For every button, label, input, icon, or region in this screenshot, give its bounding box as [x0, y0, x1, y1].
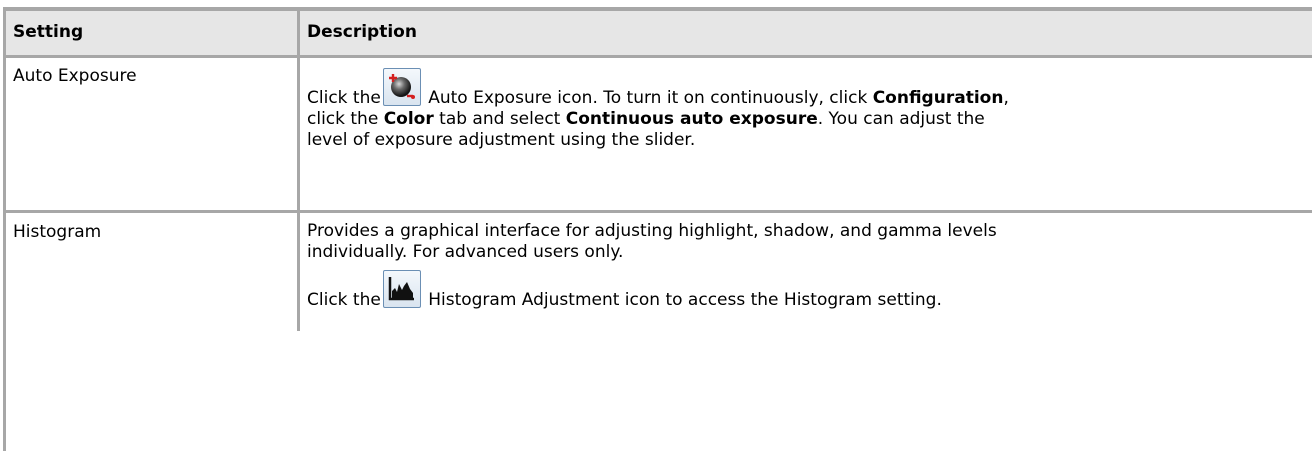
- description-paragraph: Provides a graphical interface for adjus…: [307, 221, 1305, 263]
- setting-name: Auto Exposure: [6, 58, 300, 210]
- description-text: ,: [1003, 88, 1009, 108]
- table-header-row: Setting Description: [6, 11, 1312, 58]
- auto-exposure-icon: [382, 68, 421, 106]
- setting-description: Provides a graphical interface for adjus…: [300, 213, 1312, 331]
- settings-table: Setting Description Auto Exposure Click …: [3, 7, 1312, 331]
- description-text: . You can adjust the: [817, 109, 985, 129]
- description-text: Click the: [307, 88, 381, 108]
- description-text: tab and select: [433, 109, 566, 129]
- description-text: Auto Exposure icon. To turn it on contin…: [422, 88, 873, 108]
- description-text: click the: [307, 109, 384, 129]
- header-setting: Setting: [6, 11, 300, 55]
- description-text: Provides a graphical interface for adjus…: [307, 221, 997, 241]
- description-line: Click the Auto Exposure icon. To turn it…: [307, 68, 1305, 109]
- description-line: level of exposure adjustment using the s…: [307, 130, 696, 150]
- description-line: click the Color tab and select Continuou…: [307, 109, 1305, 130]
- table-row: Histogram Provides a graphical interface…: [6, 213, 1312, 331]
- description-text: individually. For advanced users only.: [307, 242, 624, 262]
- continuous-auto-exposure-text: Continuous auto exposure: [565, 109, 818, 129]
- header-description: Description: [307, 22, 417, 42]
- description-text: Click the: [307, 290, 381, 310]
- setting-description: Click the Auto Exposure icon. To turn it…: [300, 58, 1312, 210]
- setting-name: Histogram: [6, 213, 300, 331]
- table-border-line: [3, 322, 6, 451]
- description-text: Histogram Adjustment icon to access the …: [422, 290, 942, 310]
- histogram-adjustment-icon: [382, 270, 421, 308]
- description-paragraph: Click the Histogram Adjustment icon to a…: [307, 270, 1305, 311]
- table-row: Auto Exposure Click the Auto Exposure ic…: [6, 58, 1312, 213]
- configuration-text: Configuration: [872, 88, 1004, 108]
- color-tab-text: Color: [383, 109, 434, 129]
